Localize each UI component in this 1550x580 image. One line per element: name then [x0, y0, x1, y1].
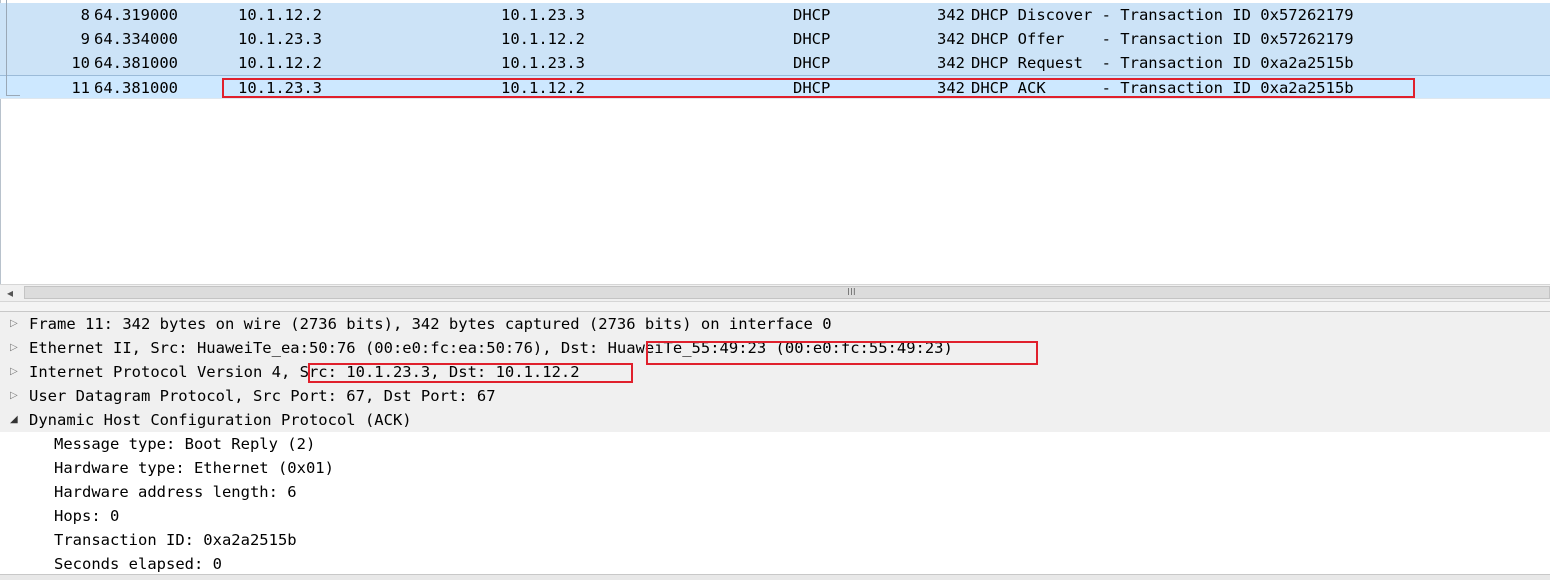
packet-length: 342: [937, 54, 965, 72]
dhcp-field-label: Hops: 0: [54, 507, 120, 525]
packet-time: 64.381000: [94, 54, 178, 72]
list-divider: [0, 98, 1550, 99]
packet-row[interactable]: 8 64.319000 10.1.12.2 10.1.23.3 DHCP 342…: [0, 3, 1550, 27]
packet-source: 10.1.23.3: [238, 30, 322, 48]
packet-time: 64.334000: [94, 30, 178, 48]
packet-row[interactable]: 9 64.334000 10.1.23.3 10.1.12.2 DHCP 342…: [0, 27, 1550, 51]
tree-item-label: Frame 11: 342 bytes on wire (2736 bits),…: [29, 315, 832, 333]
packet-source: 10.1.12.2: [238, 54, 322, 72]
tree-item-dhcp[interactable]: ◢ Dynamic Host Configuration Protocol (A…: [0, 408, 1550, 432]
packet-info: DHCP Discover - Transaction ID 0x5726217…: [971, 6, 1354, 24]
dhcp-field[interactable]: Hops: 0: [0, 504, 1550, 528]
tree-item-label: Dynamic Host Configuration Protocol (ACK…: [29, 411, 412, 429]
dhcp-field-label: Transaction ID: 0xa2a2515b: [54, 531, 297, 549]
packet-source: 10.1.12.2: [238, 6, 322, 24]
dhcp-field[interactable]: Transaction ID: 0xa2a2515b: [0, 528, 1550, 552]
dhcp-field-label: Hardware type: Ethernet (0x01): [54, 459, 334, 477]
packet-time: 64.319000: [94, 6, 178, 24]
dhcp-field-label: Message type: Boot Reply (2): [54, 435, 316, 453]
grip-icon: III: [847, 287, 856, 298]
expand-arrow-icon[interactable]: ▷: [10, 384, 22, 408]
pane-splitter[interactable]: [0, 302, 1550, 312]
dhcp-field-label: Seconds elapsed: 0: [54, 555, 222, 573]
packet-destination: 10.1.23.3: [501, 6, 585, 24]
packet-no: 8: [80, 6, 90, 24]
conversation-line-end: [6, 95, 20, 96]
expand-arrow-icon[interactable]: ▷: [10, 360, 22, 384]
expand-arrow-icon[interactable]: ▷: [10, 312, 22, 336]
packet-destination: 10.1.12.2: [501, 30, 585, 48]
highlight-box-ip-src-dst: [308, 363, 633, 383]
dhcp-field-label: Hardware address length: 6: [54, 483, 297, 501]
packet-no: 11: [71, 79, 90, 97]
tree-item-frame[interactable]: ▷ Frame 11: 342 bytes on wire (2736 bits…: [0, 312, 1550, 336]
packet-details-tree[interactable]: ▷ Frame 11: 342 bytes on wire (2736 bits…: [0, 312, 1550, 574]
packet-row[interactable]: 10 64.381000 10.1.12.2 10.1.23.3 DHCP 34…: [0, 51, 1550, 75]
scrollbar-thumb[interactable]: III: [24, 286, 1550, 299]
packet-info: DHCP Offer - Transaction ID 0x57262179: [971, 30, 1354, 48]
packet-destination: 10.1.23.3: [501, 54, 585, 72]
scroll-left-arrow-icon[interactable]: ◂: [2, 285, 18, 301]
packet-protocol: DHCP: [793, 30, 831, 48]
tree-item-udp[interactable]: ▷ User Datagram Protocol, Src Port: 67, …: [0, 384, 1550, 408]
highlight-box-ack-row: [222, 78, 1415, 98]
dhcp-field[interactable]: Hardware address length: 6: [0, 480, 1550, 504]
tree-item-label: User Datagram Protocol, Src Port: 67, Ds…: [29, 387, 496, 405]
dhcp-field[interactable]: Message type: Boot Reply (2): [0, 432, 1550, 456]
packet-list[interactable]: 8 64.319000 10.1.12.2 10.1.23.3 DHCP 342…: [0, 0, 1550, 284]
conversation-line: [6, 0, 7, 96]
packet-length: 342: [937, 30, 965, 48]
highlight-box-dst-mac: [646, 341, 1038, 365]
packet-time: 64.381000: [94, 79, 178, 97]
packet-no: 9: [80, 30, 90, 48]
horizontal-scrollbar[interactable]: ◂ III: [0, 284, 1550, 302]
packet-protocol: DHCP: [793, 6, 831, 24]
packet-info: DHCP Request - Transaction ID 0xa2a2515b: [971, 54, 1354, 72]
collapse-arrow-icon[interactable]: ◢: [10, 408, 22, 432]
packet-protocol: DHCP: [793, 54, 831, 72]
dhcp-field[interactable]: Seconds elapsed: 0: [0, 552, 1550, 574]
packet-length: 342: [937, 6, 965, 24]
dhcp-field[interactable]: Hardware type: Ethernet (0x01): [0, 456, 1550, 480]
expand-arrow-icon[interactable]: ▷: [10, 336, 22, 360]
packet-no: 10: [71, 54, 90, 72]
bottom-scrollbar[interactable]: [0, 574, 1550, 580]
